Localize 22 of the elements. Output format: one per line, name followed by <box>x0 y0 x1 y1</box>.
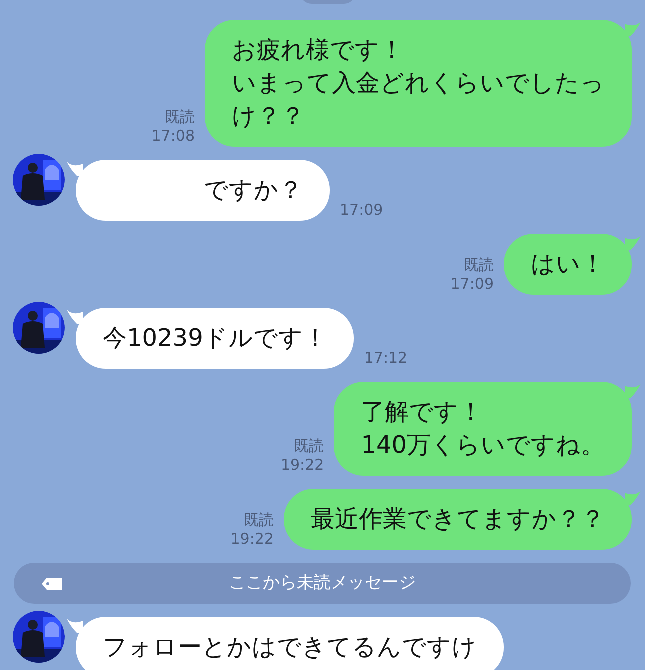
read-receipt: 既読 <box>165 108 195 127</box>
message-time: 17:12 <box>364 349 408 369</box>
message-text: フォローとかはできてるんですけ <box>103 632 477 663</box>
message-text: ですか？ <box>204 175 303 206</box>
message-time: 17:09 <box>340 201 384 221</box>
read-receipt: 既読 <box>464 256 494 275</box>
message-text: 了解です！ <box>361 397 484 428</box>
message-time: 19:22 <box>230 530 274 549</box>
message-text: 今10239ドルです！ <box>103 323 328 354</box>
message-text: 最近作業できてますか？？ <box>311 504 605 535</box>
message-text: お疲れ様です！ <box>232 35 404 66</box>
message-time: 17:08 <box>152 127 195 146</box>
read-receipt: 既読 <box>294 437 324 456</box>
message-text: いまって入金どれくらいでしたっ <box>232 68 605 99</box>
message-text: け？？ <box>232 101 305 132</box>
read-receipt: 既読 <box>244 511 274 530</box>
message-text: はい！ <box>531 249 605 280</box>
message-text: 140万くらいですね。 <box>361 430 605 461</box>
unread-label: ここから未読メッセージ <box>229 572 416 595</box>
message-time: 17:09 <box>450 275 494 294</box>
tag-icon <box>42 578 62 590</box>
message-time: 19:22 <box>280 456 324 475</box>
